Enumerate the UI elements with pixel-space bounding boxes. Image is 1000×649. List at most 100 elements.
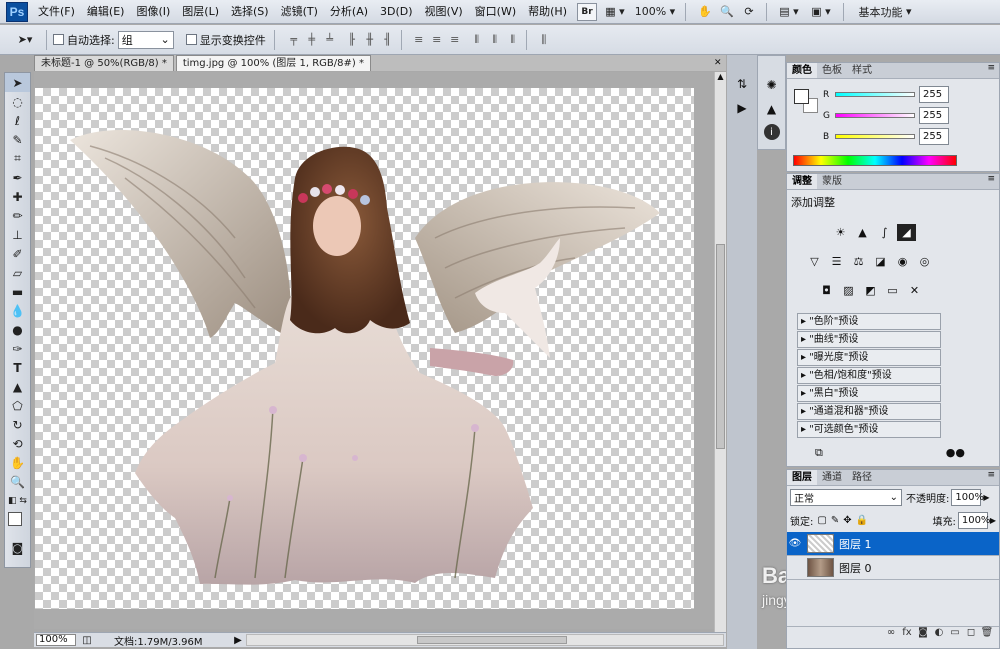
distribute-hcenter-icon[interactable]: ⦀ xyxy=(488,33,502,47)
pen-tool-icon[interactable]: ✑ xyxy=(5,339,30,358)
menu-image[interactable]: 图像(I) xyxy=(130,0,176,24)
brush-tool-icon[interactable]: ✏ xyxy=(5,206,30,225)
threshold-icon[interactable]: ◩ xyxy=(861,282,880,299)
3d-orbit-tool-icon[interactable]: ⟲ xyxy=(5,434,30,453)
status-arrow-icon[interactable]: ▶ xyxy=(232,635,244,646)
align-right-icon[interactable]: ╢ xyxy=(381,33,395,47)
fill-value[interactable]: 100% xyxy=(957,512,990,529)
panel-menu-icon[interactable]: ≡ xyxy=(987,174,999,189)
r-slider[interactable] xyxy=(835,92,915,97)
distribute-top-icon[interactable]: ≡ xyxy=(412,33,426,47)
opacity-value[interactable]: 100% xyxy=(951,489,984,506)
layer-row-0[interactable]: 图层 0 xyxy=(787,556,999,580)
lasso-tool-icon[interactable]: ℓ xyxy=(5,111,30,130)
fg-swatch[interactable] xyxy=(794,89,809,104)
navigator-icon[interactable]: ✺ xyxy=(762,76,782,94)
healing-brush-tool-icon[interactable]: ✚ xyxy=(5,187,30,206)
g-slider[interactable] xyxy=(835,113,915,118)
dodge-tool-icon[interactable]: ● xyxy=(5,320,30,339)
quick-select-tool-icon[interactable]: ✎ xyxy=(5,130,30,149)
foreground-color[interactable] xyxy=(8,512,22,526)
workspace-dropdown[interactable]: 基本功能 ▾ xyxy=(850,3,920,21)
new-group-icon[interactable]: ▭ xyxy=(947,627,963,638)
menu-analysis[interactable]: 分析(A) xyxy=(324,0,374,24)
exposure-icon[interactable]: ◢ xyxy=(897,224,916,241)
distribute-right-icon[interactable]: ⦀ xyxy=(506,33,520,47)
layer-row-1[interactable]: 👁 图层 1 xyxy=(787,532,999,556)
tab-color[interactable]: 颜色 xyxy=(787,63,817,78)
b-slider[interactable] xyxy=(835,134,915,139)
type-tool-icon[interactable]: T xyxy=(5,358,30,377)
preset-black-white[interactable]: ▸ "黑白"预设 xyxy=(797,385,941,402)
vertical-scrollbar[interactable]: ▲ xyxy=(714,72,726,632)
black-white-icon[interactable]: ◪ xyxy=(871,253,890,270)
status-icon[interactable]: ◫ xyxy=(80,635,94,646)
link-layers-icon[interactable]: ∞ xyxy=(883,627,899,638)
align-left-icon[interactable]: ╟ xyxy=(345,33,359,47)
auto-align-icon[interactable]: ⫼ xyxy=(537,33,551,47)
panel-menu-icon[interactable]: ≡ xyxy=(987,63,999,78)
preset-selective-color[interactable]: ▸ "可选颜色"预设 xyxy=(797,421,941,438)
screen-mode-icon[interactable]: ▦ ▾ xyxy=(601,3,629,21)
invert-icon[interactable]: ◘ xyxy=(817,282,836,299)
preset-hue-saturation[interactable]: ▸ "色相/饱和度"预设 xyxy=(797,367,941,384)
align-top-icon[interactable]: ╤ xyxy=(287,33,301,47)
opacity-arrow-icon[interactable]: ▶ xyxy=(983,493,989,502)
tab-close-icon[interactable]: ✕ xyxy=(714,55,726,71)
g-value[interactable]: 255 xyxy=(919,107,949,124)
distribute-vcenter-icon[interactable]: ≡ xyxy=(430,33,444,47)
scroll-thumb[interactable] xyxy=(716,244,725,449)
photo-filter-icon[interactable]: ◉ xyxy=(893,253,912,270)
move-tool-icon[interactable]: ➤ xyxy=(5,73,30,92)
tab-swatches[interactable]: 色板 xyxy=(817,63,847,78)
clip-icon[interactable]: ⧉ xyxy=(815,446,823,460)
zoom-icon[interactable]: 🔍 xyxy=(718,3,736,21)
tab-layers[interactable]: 图层 xyxy=(787,470,817,485)
tab-masks[interactable]: 蒙版 xyxy=(817,174,847,189)
tab-paths[interactable]: 路径 xyxy=(847,470,877,485)
preset-curves[interactable]: ▸ "曲线"预设 xyxy=(797,331,941,348)
selective-color-icon[interactable]: ✕ xyxy=(905,282,924,299)
show-transform-checkbox[interactable] xyxy=(185,34,197,45)
lock-all-icon[interactable]: 🔒 xyxy=(856,515,868,526)
auto-select-dropdown[interactable]: 组 ⌄ xyxy=(117,30,174,49)
menu-window[interactable]: 窗口(W) xyxy=(469,0,522,24)
arrange-documents-icon[interactable]: ▤ ▾ xyxy=(775,3,803,21)
add-mask-icon[interactable]: ◙ xyxy=(915,627,931,638)
gradient-tool-icon[interactable]: ▬ xyxy=(5,282,30,301)
zoom-level-dropdown[interactable]: 100% ▾ xyxy=(633,3,677,21)
scroll-up-arrow[interactable]: ▲ xyxy=(715,72,726,84)
menu-help[interactable]: 帮助(H) xyxy=(522,0,573,24)
vibrance-icon[interactable]: ▽ xyxy=(805,253,824,270)
fill-arrow-icon[interactable]: ▶ xyxy=(990,516,996,525)
bridge-button[interactable]: Br xyxy=(576,2,597,21)
align-bottom-icon[interactable]: ╧ xyxy=(323,33,337,47)
rotate-view-icon[interactable]: ⟳ xyxy=(740,3,758,21)
preset-exposure[interactable]: ▸ "曝光度"预设 xyxy=(797,349,941,366)
posterize-icon[interactable]: ▨ xyxy=(839,282,858,299)
lock-transparency-icon[interactable]: ▢ xyxy=(817,515,826,526)
menu-filter[interactable]: 滤镜(T) xyxy=(275,0,324,24)
menu-3d[interactable]: 3D(D) xyxy=(374,0,419,24)
canvas[interactable] xyxy=(35,88,694,609)
path-selection-tool-icon[interactable]: ▲ xyxy=(5,377,30,396)
align-hcenter-icon[interactable]: ╫ xyxy=(363,33,377,47)
eye-icon[interactable]: 👁 xyxy=(787,538,803,549)
move-tool-preset-icon[interactable]: ➤▾ xyxy=(10,31,40,49)
actions-icon[interactable]: ▶ xyxy=(732,99,752,117)
lock-position-icon[interactable]: ✥ xyxy=(843,515,851,526)
hue-saturation-icon[interactable]: ☰ xyxy=(827,253,846,270)
histogram-icon[interactable]: ▲ xyxy=(762,100,782,118)
hand-tool-icon[interactable]: ✋ xyxy=(5,453,30,472)
zoom-tool-icon[interactable]: 🔍 xyxy=(5,472,30,491)
tab-untitled[interactable]: 未标题-1 @ 50%(RGB/8) * xyxy=(34,55,174,71)
tab-styles[interactable]: 样式 xyxy=(847,63,877,78)
tab-timg[interactable]: timg.jpg @ 100% (图层 1, RGB/8#) * xyxy=(175,55,371,71)
info-icon[interactable]: i xyxy=(763,124,780,140)
distribute-bottom-icon[interactable]: ≡ xyxy=(448,33,462,47)
default-colors-icon[interactable]: ◧ ⇆ xyxy=(5,491,30,510)
blend-mode-dropdown[interactable]: 正常 ⌄ xyxy=(790,489,902,506)
brightness-contrast-icon[interactable]: ☀ xyxy=(831,224,850,241)
marquee-tool-icon[interactable]: ◌ xyxy=(5,92,30,111)
menu-edit[interactable]: 编辑(E) xyxy=(81,0,131,24)
